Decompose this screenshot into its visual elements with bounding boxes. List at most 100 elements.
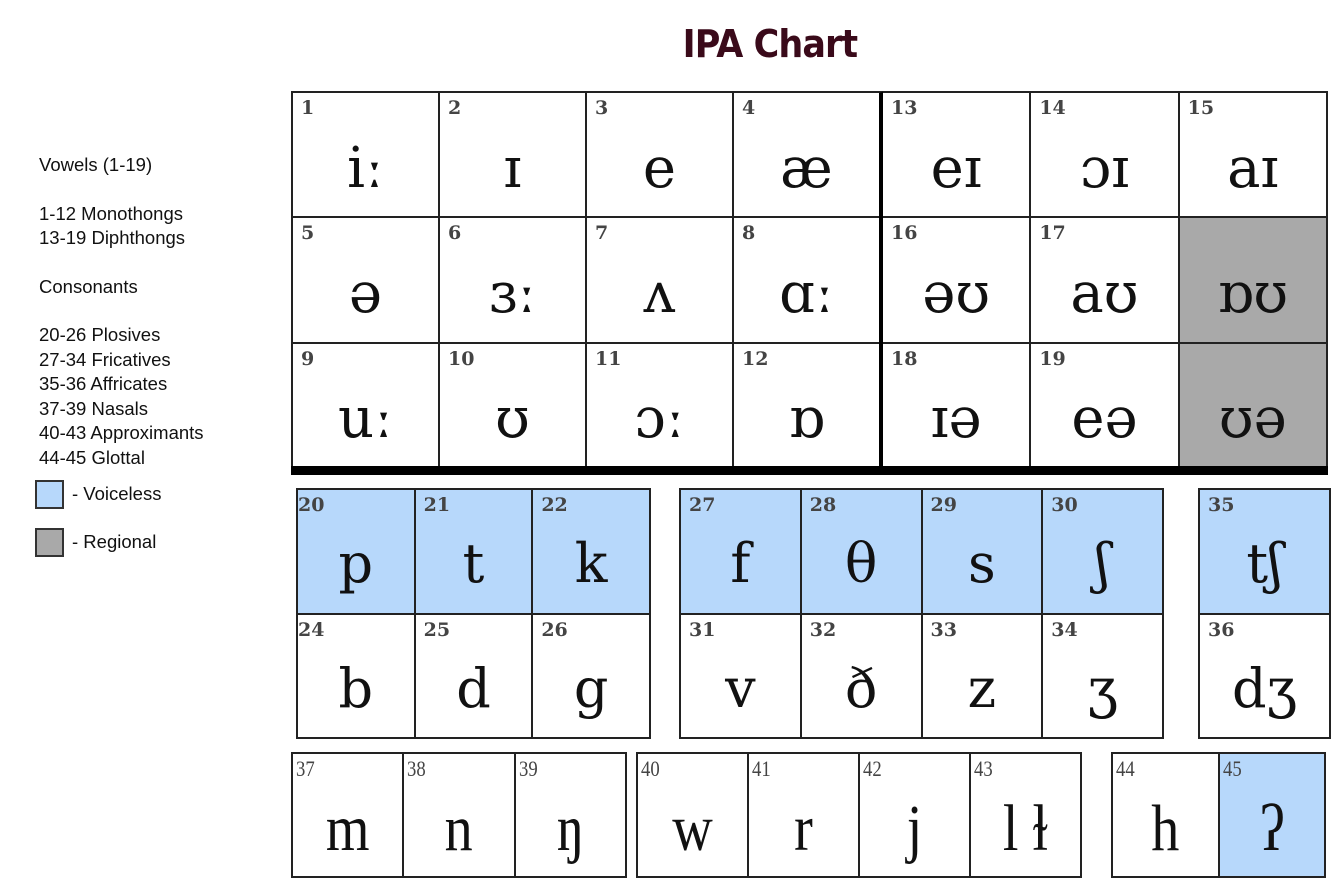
page-title: IPA Chart — [682, 22, 858, 66]
phoneme-number: 35 — [1208, 494, 1235, 516]
phoneme-cell: 12 ɒ — [734, 343, 879, 467]
phoneme-cell: 37 m — [293, 754, 403, 876]
legend-monophthongs: 1-12 Monothongs — [39, 202, 183, 224]
phoneme-symbol: t — [462, 532, 485, 596]
phoneme-symbol: h — [1151, 792, 1180, 865]
phoneme-number: 22 — [541, 494, 568, 516]
affricates-grid: 35 tʃ 36 dʒ — [1198, 488, 1331, 739]
phoneme-symbol: m — [325, 792, 370, 865]
phoneme-symbol: ə — [348, 260, 383, 326]
phoneme-symbol: ɒʊ — [1217, 260, 1289, 326]
phoneme-number: 32 — [809, 618, 837, 641]
phoneme-symbol: d — [456, 656, 491, 720]
phoneme-symbol: k — [574, 532, 608, 596]
phoneme-symbol: dʒ — [1231, 656, 1298, 720]
phoneme-number: 44 — [1116, 756, 1135, 781]
phoneme-cell: 24 b — [298, 614, 414, 737]
phoneme-number: 12 — [742, 347, 769, 370]
phoneme-symbol: f — [730, 532, 751, 596]
phoneme-cell: 19 eə — [1031, 343, 1178, 467]
voiceless-swatch — [35, 479, 64, 509]
phoneme-number: 15 — [1187, 97, 1215, 119]
phoneme-number: 5 — [301, 222, 315, 245]
phoneme-symbol: eɪ — [930, 135, 982, 201]
phoneme-number: 25 — [423, 618, 451, 641]
phoneme-number: 41 — [752, 756, 771, 781]
phoneme-symbol: p — [338, 532, 374, 596]
phoneme-symbol: ɪ — [503, 135, 522, 201]
phoneme-symbol: ʊə — [1218, 386, 1287, 452]
phoneme-symbol: aɪ — [1227, 135, 1279, 201]
phoneme-cell: 22 k — [533, 490, 649, 613]
phoneme-number: 7 — [595, 222, 609, 245]
phoneme-symbol: ʒ — [1087, 656, 1118, 720]
phoneme-number: 2 — [448, 97, 462, 119]
phoneme-cell: 34 ʒ — [1043, 614, 1162, 737]
phoneme-number: 16 — [891, 222, 918, 245]
phoneme-cell: 35 tʃ — [1200, 490, 1329, 613]
phoneme-cell: 26 g — [533, 614, 649, 737]
phoneme-symbol: əʊ — [922, 260, 991, 326]
phoneme-symbol: θ — [844, 532, 878, 596]
phoneme-number: 1 — [301, 97, 315, 119]
phoneme-cell: 6 ɜː — [440, 218, 585, 342]
phoneme-number: 3 — [595, 97, 609, 119]
phoneme-number: 11 — [595, 347, 622, 370]
nasals-grid: 37 m 38 n 39 ŋ — [291, 752, 627, 878]
phoneme-number: 9 — [301, 347, 315, 370]
phoneme-symbol: g — [573, 656, 609, 720]
phoneme-symbol: n — [444, 792, 474, 865]
legend-nasals: 37-39 Nasals — [39, 397, 149, 419]
legend-affricates: 35-36 Affricates — [39, 373, 168, 394]
legend-fricatives: 27-34 Fricatives — [39, 348, 171, 370]
phoneme-symbol: j — [906, 792, 923, 865]
voiceless-label: - Voiceless — [72, 482, 162, 504]
phoneme-cell: 40 w — [638, 754, 747, 876]
phoneme-cell: 7ʌ — [587, 218, 732, 342]
phoneme-cell: 45 ʔ — [1219, 754, 1324, 876]
phoneme-symbol: ʃ — [1095, 532, 1110, 596]
phoneme-number: 37 — [296, 756, 315, 781]
phoneme-cell: 31 v — [681, 614, 800, 737]
phoneme-number: 38 — [407, 756, 427, 781]
phoneme-number: 24 — [298, 618, 325, 641]
phoneme-cell: 8 ɑː — [734, 218, 879, 342]
phoneme-symbol: l ɫ — [1002, 792, 1049, 865]
phoneme-symbol: ɑː — [779, 260, 834, 326]
phoneme-number: 17 — [1039, 222, 1066, 245]
phoneme-number: 21 — [423, 494, 451, 516]
phoneme-number: 36 — [1208, 618, 1235, 641]
glottal-grid: 44 h 45 ʔ — [1111, 752, 1326, 878]
legend-consonants-heading: Consonants — [39, 275, 138, 297]
phoneme-symbol: w — [672, 792, 713, 865]
phoneme-number: 14 — [1039, 97, 1066, 119]
phoneme-number: 33 — [930, 618, 957, 641]
phoneme-cell: 42 j — [860, 754, 969, 876]
phoneme-number: 30 — [1051, 494, 1078, 516]
regional-label: - Regional — [72, 530, 157, 552]
legend: Vowels (1-19) 1-12 Monothongs 13-19 Diph… — [35, 153, 204, 558]
phoneme-cell: ʊə — [1179, 343, 1326, 467]
phoneme-cell: 29 s — [922, 490, 1042, 613]
phoneme-symbol: ɒ — [788, 386, 825, 452]
phoneme-cell: 30 ʃ — [1043, 490, 1162, 613]
phoneme-cell: ɒʊ — [1179, 218, 1326, 342]
phoneme-number: 39 — [518, 756, 538, 781]
phoneme-symbol: ʊ — [495, 386, 530, 452]
phoneme-number: 43 — [974, 756, 993, 781]
phoneme-cell: 13 eɪ — [883, 93, 1030, 217]
phoneme-number: 45 — [1222, 756, 1242, 781]
phoneme-number: 10 — [448, 347, 475, 370]
legend-glottal: 44-45 Glottal — [39, 446, 145, 468]
plosives-grid: 20 p 21 t 22 k 24 b 25 d 26 g — [296, 488, 651, 739]
phoneme-number: 29 — [930, 494, 957, 516]
phoneme-number: 13 — [891, 97, 918, 119]
legend-vowels-heading: Vowels (1-19) — [39, 154, 153, 175]
phoneme-number: 4 — [742, 97, 756, 119]
legend-approximants: 40-43 Approximants — [39, 422, 204, 443]
phoneme-cell: 28 θ — [801, 490, 921, 613]
phoneme-symbol: v — [725, 656, 756, 720]
phoneme-cell: 18 ɪə — [883, 343, 1030, 467]
phoneme-cell: 32 ð — [801, 614, 921, 737]
legend-voiceless: - Voiceless — [35, 478, 204, 510]
